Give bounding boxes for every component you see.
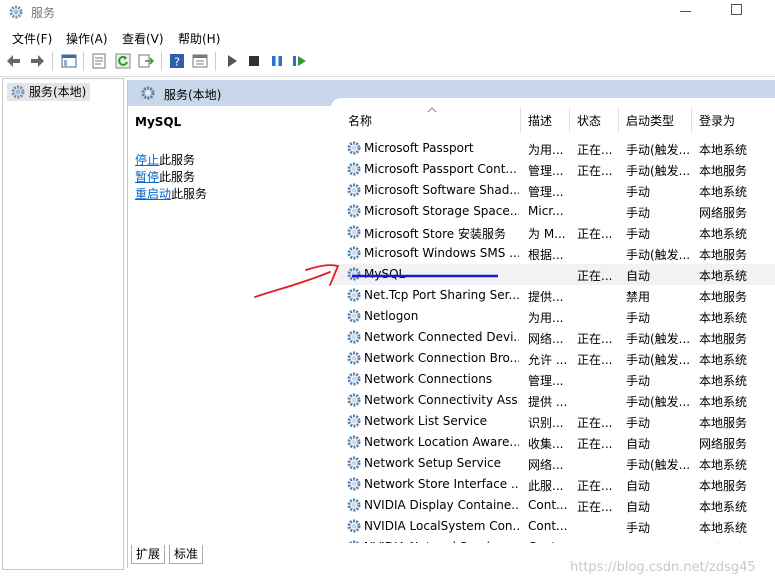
annotation-layer [254,264,498,298]
red-arrow-annotation [254,264,340,298]
watermark: https://blog.csdn.net/zdsg45 [570,560,756,575]
